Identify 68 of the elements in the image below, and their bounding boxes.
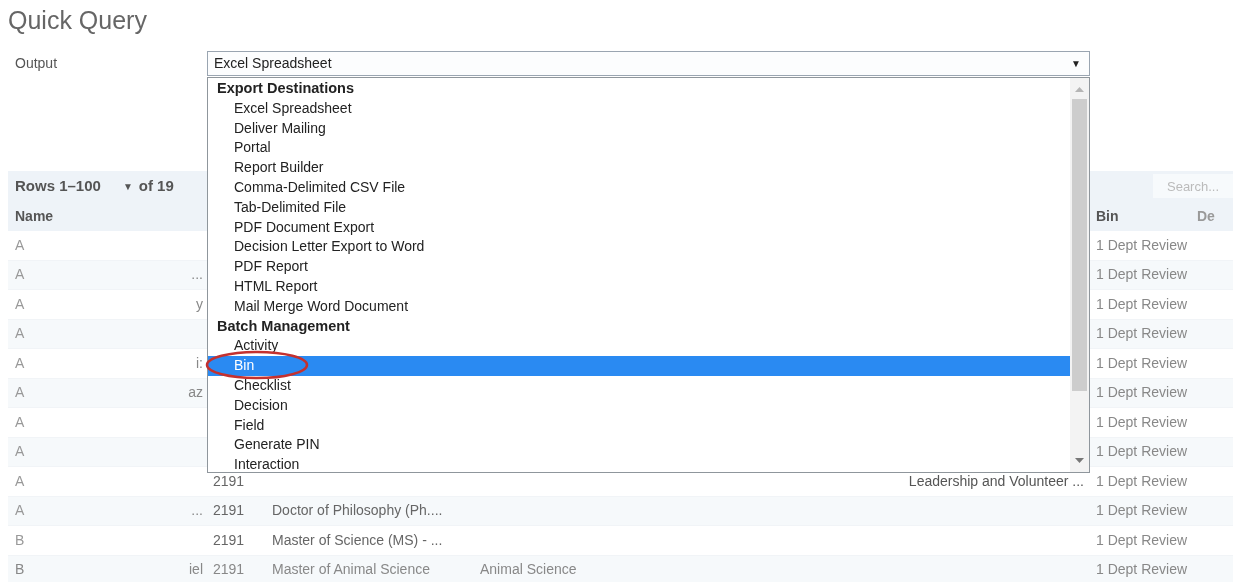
dropdown-option[interactable]: Comma-Delimited CSV File (208, 178, 1070, 198)
table-cell-text: A (14, 442, 26, 462)
table-cell-text: A (14, 501, 26, 521)
dropdown-option[interactable]: Mail Merge Word Document (208, 296, 1070, 317)
table-cell-text: ... (190, 265, 203, 285)
dropdown-option[interactable]: Portal (208, 138, 1070, 159)
option-group-label: Batch Management (216, 316, 351, 336)
table-cell-text: 1 Dept Review (1095, 471, 1189, 491)
scroll-up-icon[interactable] (1075, 87, 1084, 92)
table-cell-text: Animal Science (479, 560, 578, 580)
output-label: Output (14, 54, 59, 73)
dropdown-option[interactable]: PDF Document Export (208, 217, 1070, 238)
table-cell-text: A (14, 294, 26, 314)
dropdown-option[interactable]: Decision (208, 395, 1070, 416)
page-title: Quick Query (7, 5, 148, 36)
rows-total: of 19 (138, 175, 174, 196)
table-cell-text: Master of Animal Science (271, 560, 431, 580)
table-cell-text: A (14, 383, 26, 403)
column-header[interactable]: Bin (1090, 205, 1197, 227)
dropdown-option[interactable]: Checklist (208, 375, 1070, 396)
output-select[interactable]: Excel Spreadsheet ▼ (207, 51, 1090, 76)
table-cell-text: 1 Dept Review (1095, 530, 1189, 550)
table-cell-text: 1 Dept Review (1095, 294, 1189, 314)
table-cell-text: 1 Dept Review (1095, 560, 1189, 580)
dropdown-option[interactable]: Report Builder (208, 158, 1070, 178)
scroll-down-icon[interactable] (1075, 458, 1084, 463)
dropdown-option[interactable]: PDF Report (208, 257, 1070, 277)
table-cell-text: 2191 (212, 560, 246, 580)
table-cell-text: 1 Dept Review (1095, 442, 1189, 462)
table-cell-text: 1 Dept Review (1095, 265, 1189, 285)
table-cell-text: A (14, 471, 26, 491)
table-cell-text: A (14, 353, 26, 373)
search-field[interactable]: Search... (1153, 174, 1233, 198)
option-group-label: Export Destinations (216, 79, 355, 98)
table-cell-text: A (14, 412, 26, 432)
table-cell-text: A (14, 235, 26, 255)
rows-range: Rows 1–100 (15, 175, 101, 196)
table-cell-text: 1 Dept Review (1095, 412, 1189, 432)
scrollbar-thumb[interactable] (1072, 99, 1087, 391)
table-cell-text: 2191 (212, 501, 246, 521)
dropdown-option[interactable]: HTML Report (208, 276, 1070, 297)
table-cell-text: 1 Dept Review (1095, 324, 1189, 344)
dropdown-option[interactable]: Deliver Mailing (208, 118, 1070, 139)
table-cell-text: ... (190, 501, 203, 521)
dropdown-option[interactable]: Excel Spreadsheet (208, 98, 1070, 119)
table-cell-text: Doctor of Philosophy (Ph.... (271, 501, 444, 521)
rows-dropdown-caret[interactable]: ▼ (122, 178, 133, 194)
dropdown-option[interactable]: Tab-Delimited File (208, 197, 1070, 218)
table-cell-text: B (14, 530, 26, 550)
table-cell-text: A (14, 265, 26, 285)
table-cell-text: az (187, 383, 203, 403)
table-cell-text: B (14, 560, 26, 580)
table-cell-text: i: (195, 353, 203, 373)
table-cell-text: A (14, 324, 26, 344)
dropdown-option[interactable]: Decision Letter Export to Word (208, 237, 1070, 258)
scrollbar[interactable] (1070, 78, 1089, 472)
table-cell-text: 2191 (212, 530, 246, 550)
table-cell-text: 1 Dept Review (1095, 235, 1189, 255)
table-cell-text: 1 Dept Review (1095, 501, 1189, 521)
table-cell-text: 1 Dept Review (1095, 383, 1189, 403)
column-header[interactable]: Name (8, 205, 172, 227)
dropdown-option[interactable]: Field (208, 415, 1070, 436)
table-cell-text: y (195, 294, 203, 314)
table-cell-text: iel (188, 560, 203, 580)
table-cell-text: Master of Science (MS) - ... (271, 530, 444, 550)
dropdown-option[interactable]: Activity (208, 336, 1070, 357)
dropdown-option[interactable]: Generate PIN (208, 435, 1070, 456)
table-cell-text: 1 Dept Review (1095, 353, 1189, 373)
